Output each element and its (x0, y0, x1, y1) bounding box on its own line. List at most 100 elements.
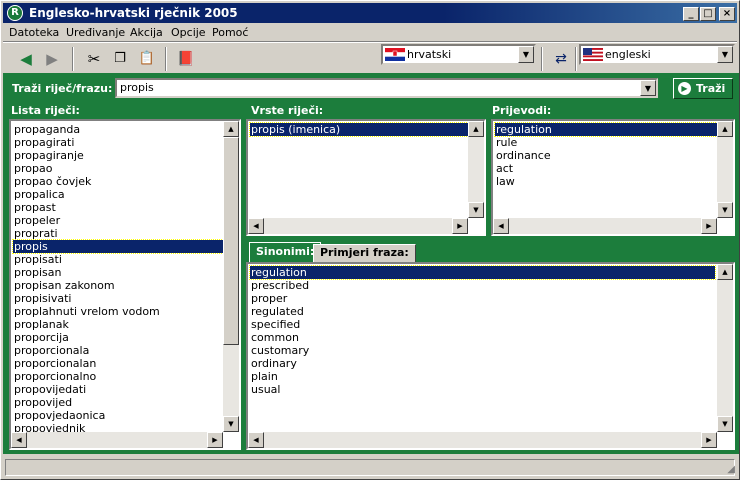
synonyms-vscroll[interactable]: ▲ ▼ (717, 264, 733, 432)
synonyms-list[interactable]: regulation prescribed proper regulated speci… (246, 262, 735, 450)
menu-pomoc[interactable]: Pomoć (212, 26, 248, 39)
word-list-item[interactable]: propagiranje (13, 149, 223, 162)
word-list-item[interactable]: propast (13, 201, 223, 214)
scroll-left-icon[interactable]: ◀ (248, 218, 264, 234)
word-list-item[interactable]: propao čovjek (13, 175, 223, 188)
menu-datoteka[interactable]: Datoteka (9, 26, 59, 39)
scroll-down-icon[interactable]: ▼ (468, 202, 484, 218)
search-input[interactable]: propis ▼ (115, 78, 658, 98)
menu-divider (3, 41, 737, 43)
word-list-item[interactable]: propovijedati (13, 383, 223, 396)
scroll-right-icon[interactable]: ▶ (207, 432, 223, 448)
tab-sinonimi[interactable]: Sinonimi: (249, 242, 322, 263)
word-list-item[interactable]: proplahnuti vrelom vodom (13, 305, 223, 318)
word-list-item[interactable]: propisan zakonom (13, 279, 223, 292)
search-input-value: propis (120, 81, 154, 94)
scroll-right-icon[interactable]: ▶ (452, 218, 468, 234)
translations-hscroll[interactable]: ◀ ▶ (493, 218, 717, 234)
translations-item[interactable]: ordinance (495, 149, 717, 162)
swap-languages-icon[interactable]: ⇄ (550, 48, 572, 70)
translations-vscroll[interactable]: ▲ ▼ (717, 121, 733, 218)
synonyms-item[interactable]: common (250, 331, 715, 344)
word-list-item[interactable]: proporcionalan (13, 357, 223, 370)
maximize-button[interactable]: □ (700, 7, 716, 21)
scroll-up-icon[interactable]: ▲ (717, 264, 733, 280)
word-list-item[interactable]: propaganda (13, 123, 223, 136)
scroll-down-icon[interactable]: ▼ (223, 416, 239, 432)
word-list-item[interactable]: propalica (13, 188, 223, 201)
word-list-item[interactable]: propisivati (13, 292, 223, 305)
synonyms-item[interactable]: specified (250, 318, 715, 331)
translations-item[interactable]: act (495, 162, 717, 175)
synonyms-item[interactable]: usual (250, 383, 715, 396)
source-language-select[interactable]: hrvatski ▼ (381, 44, 536, 65)
word-list-item[interactable]: proplanak (13, 318, 223, 331)
scroll-up-icon[interactable]: ▲ (717, 121, 733, 137)
word-list-item[interactable]: propao (13, 162, 223, 175)
copy-icon[interactable]: ❐ (109, 48, 131, 70)
chevron-down-icon[interactable]: ▼ (640, 80, 656, 96)
word-types-item[interactable]: propis (imenica) (249, 122, 469, 137)
toolbar-separator (541, 47, 543, 71)
word-list-item[interactable]: proporcionala (13, 344, 223, 357)
word-list-item[interactable]: proporcija (13, 331, 223, 344)
scroll-right-icon[interactable]: ▶ (701, 432, 717, 448)
synonyms-item[interactable]: regulated (250, 305, 715, 318)
word-list-hscroll[interactable]: ◀ ▶ (11, 432, 223, 448)
main-window: R Englesko-hrvatski rječnik 2005 _ □ × D… (0, 0, 740, 480)
word-list-item[interactable]: proporcionalno (13, 370, 223, 383)
tab-primjeri-fraza[interactable]: Primjeri fraza: (313, 244, 416, 262)
scroll-up-icon[interactable]: ▲ (468, 121, 484, 137)
chevron-down-icon[interactable]: ▼ (717, 46, 733, 63)
back-arrow-icon[interactable]: ◀ (15, 48, 37, 70)
word-list-item[interactable]: propovjedaonica (13, 409, 223, 422)
scroll-down-icon[interactable]: ▼ (717, 416, 733, 432)
scroll-left-icon[interactable]: ◀ (248, 432, 264, 448)
word-list-item[interactable]: propisati (13, 253, 223, 266)
word-types-hscroll[interactable]: ◀ ▶ (248, 218, 468, 234)
scroll-left-icon[interactable]: ◀ (493, 218, 509, 234)
scroll-right-icon[interactable]: ▶ (701, 218, 717, 234)
word-types-list[interactable]: propis (imenica) ▲ ▼ ◀ ▶ (246, 119, 486, 236)
menu-uredivanje[interactable]: Uređivanje (66, 26, 125, 39)
forward-arrow-icon[interactable]: ▶ (41, 48, 63, 70)
word-list-item[interactable]: propovijed (13, 396, 223, 409)
minimize-button[interactable]: _ (683, 7, 699, 21)
synonyms-item[interactable]: proper (250, 292, 715, 305)
menu-akcija[interactable]: Akcija (130, 26, 163, 39)
target-language-select[interactable]: engleski ▼ (579, 44, 735, 65)
translations-item[interactable]: rule (495, 136, 717, 149)
synonyms-item[interactable]: prescribed (250, 279, 715, 292)
dictionary-book-icon[interactable]: 📕 (175, 48, 197, 70)
scroll-left-icon[interactable]: ◀ (11, 432, 27, 448)
search-button[interactable]: ▶ Traži (673, 78, 733, 99)
word-list[interactable]: propaganda propagirati propagiranje propao p… (9, 119, 241, 450)
title-bar: R Englesko-hrvatski rječnik 2005 _ □ × (3, 3, 737, 23)
word-types-vscroll[interactable]: ▲ ▼ (468, 121, 484, 218)
word-list-item[interactable]: proprati (13, 227, 223, 240)
resize-grip-icon[interactable]: ◢ (727, 464, 735, 475)
cut-icon[interactable]: ✂ (83, 48, 105, 70)
word-list-item[interactable]: propisan (13, 266, 223, 279)
word-list-item[interactable]: propis (12, 239, 224, 254)
paste-icon[interactable]: 📋 (136, 48, 158, 70)
synonyms-item[interactable]: plain (250, 370, 715, 383)
close-button[interactable]: × (719, 7, 735, 21)
synonyms-item[interactable]: regulation (249, 265, 716, 280)
translations-list[interactable]: regulation rule ordinance act law ▲ ▼ ◀ ▶ (491, 119, 735, 236)
synonyms-item[interactable]: ordinary (250, 357, 715, 370)
word-list-item[interactable]: propeler (13, 214, 223, 227)
synonyms-hscroll[interactable]: ◀ ▶ (248, 432, 717, 448)
scroll-thumb[interactable] (223, 137, 239, 345)
chevron-down-icon[interactable]: ▼ (518, 46, 534, 63)
translations-item[interactable]: regulation (494, 122, 718, 137)
scroll-down-icon[interactable]: ▼ (717, 202, 733, 218)
translations-item[interactable]: law (495, 175, 717, 188)
scroll-up-icon[interactable]: ▲ (223, 121, 239, 137)
word-list-item[interactable]: propagirati (13, 136, 223, 149)
synonyms-item[interactable]: customary (250, 344, 715, 357)
word-list-label: Lista riječi: (11, 104, 80, 117)
play-icon: ▶ (678, 82, 691, 95)
word-list-vscroll[interactable]: ▲ ▼ (223, 121, 239, 432)
menu-opcije[interactable]: Opcije (171, 26, 206, 39)
